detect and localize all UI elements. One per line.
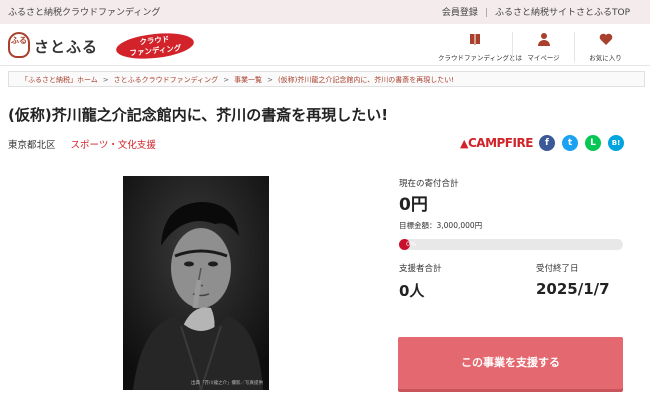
chevron-right-icon: > [223,76,230,84]
site-header: ふる さとふる クラウド ファンディング クラウドファンディングとは マイページ … [0,24,650,66]
site-tagline: ふるさと納税クラウドファンディング [8,8,161,18]
nav-mypage[interactable]: マイページ [512,32,574,62]
progress-bar: 0% [399,239,623,250]
user-icon [513,32,574,48]
satofull-top-link[interactable]: ふるさと納税サイトさとふるTOP [495,5,630,18]
support-project-button[interactable]: この事業を支援する [398,337,623,389]
portrait-image [123,176,269,390]
facebook-share-icon[interactable]: f [539,135,555,151]
top-bar: ふるさと納税クラウドファンディング 会員登録 | ふるさと納税サイトさとふるTOP [0,0,650,24]
deadline-value: 2025/1/7 [536,280,610,298]
book-icon [438,32,512,48]
project-location: 東京都北区 [8,140,56,151]
current-donation-value: 0円 [399,195,428,215]
nav-favorites[interactable]: お気に入り [574,32,636,62]
supporters-value: 0人 [399,282,425,300]
top-links: 会員登録 | ふるさと納税サイトさとふるTOP [442,5,630,18]
register-link[interactable]: 会員登録 [442,5,478,18]
chevron-right-icon: > [267,76,273,84]
breadcrumb-crowdfunding[interactable]: さとふるクラウドファンディング [114,76,219,84]
project-meta: 東京都北区 スポーツ・文化支援 [8,137,156,151]
breadcrumb-project-list[interactable]: 事業一覧 [234,76,262,84]
progress-percent: 0% [406,240,417,248]
twitter-share-icon[interactable]: t [562,135,578,151]
breadcrumb-current[interactable]: (仮称)芥川龍之介記念館内に、芥川の書斎を再現したい! [278,76,454,84]
photo-caption: 出典「芥川龍之介」撮影／写真提供 [191,381,263,386]
crowdfunding-badge[interactable]: クラウド ファンディング [114,29,196,63]
breadcrumb: 「ふるさと納税」ホーム > さとふるクラウドファンディング > 事業一覧 > (仮称)芥川龍… [8,71,645,87]
project-main-photo: 出典「芥川龍之介」撮影／写真提供 [123,176,269,390]
campfire-logo[interactable]: ▲CAMPFIRE [460,136,533,150]
line-share-icon[interactable]: L [585,135,601,151]
link-separator: | [484,8,488,18]
goal-amount: 目標金額：3,000,000円 [399,221,483,230]
header-nav: クラウドファンディングとは マイページ お気に入り [438,32,636,62]
share-buttons: f t L B! [539,135,631,151]
hatena-bookmark-icon[interactable]: B! [608,135,624,151]
satofull-logo-seal[interactable]: ふる [8,32,30,58]
project-category[interactable]: スポーツ・文化支援 [71,140,156,151]
breadcrumb-home[interactable]: 「ふるさと納税」ホーム [21,76,98,84]
heart-icon [575,32,636,48]
satofull-logo[interactable]: さとふる [34,36,98,57]
flame-icon: ▲ [460,137,468,150]
deadline-label: 受付終了日 [536,264,579,274]
nav-about-crowdfunding[interactable]: クラウドファンディングとは [438,32,522,62]
project-title: (仮称)芥川龍之介記念館内に、芥川の書斎を再現したい! [8,106,389,124]
chevron-right-icon: > [102,76,109,84]
supporters-label: 支援者合計 [399,264,442,274]
current-donation-label: 現在の寄付合計 [399,179,459,189]
